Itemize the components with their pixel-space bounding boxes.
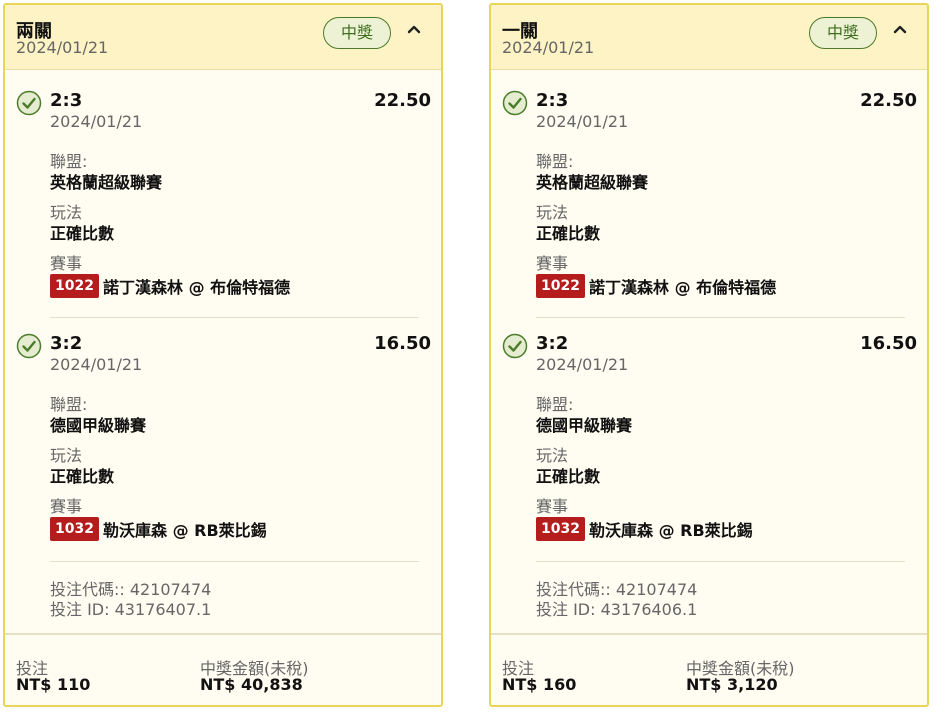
check-circle-icon [502,333,528,359]
event-name: 勒沃庫森 @ RB萊比錫 [103,521,267,540]
stake-value: NT$ 110 [16,675,91,694]
event-name: 勒沃庫森 @ RB萊比錫 [589,521,753,540]
payout-value: NT$ 3,120 [686,675,778,694]
play-type-value: 正確比數 [50,467,115,486]
selection-item: 2:3 22.50 2024/01/21 聯盟: 英格蘭超級聯賽 玩法 正確比數… [491,88,927,308]
divider [50,561,419,562]
event-row: 1022 諾丁漢森林 @ 布倫特福德 [50,274,290,298]
chevron-up-icon[interactable] [406,22,422,36]
check-circle-icon [16,333,42,359]
event-label: 賽事 [536,254,569,273]
selection-item: 3:2 16.50 2024/01/21 聯盟: 德國甲級聯賽 玩法 正確比數 … [491,331,927,551]
event-code-badge: 1032 [536,517,585,541]
bet-id: 投注 ID: 43176407.1 [50,600,212,619]
event-code-badge: 1032 [50,517,99,541]
selection-odds: 22.50 [374,90,431,111]
check-circle-icon [502,90,528,116]
league-value: 英格蘭超級聯賽 [50,173,163,192]
selection-odds: 16.50 [860,333,917,354]
league-value: 英格蘭超級聯賽 [536,173,649,192]
event-code-badge: 1022 [50,274,99,298]
stake-value: NT$ 160 [502,675,577,694]
status-badge: 中獎 [809,17,877,49]
play-type-value: 正確比數 [536,467,601,486]
event-name: 諾丁漢森林 @ 布倫特福德 [589,278,777,297]
event-label: 賽事 [50,254,83,273]
event-code-badge: 1022 [536,274,585,298]
selection-item: 3:2 16.50 2024/01/21 聯盟: 德國甲級聯賽 玩法 正確比數 … [5,331,441,551]
bet-card-header[interactable]: 一關 2024/01/21 中獎 [491,5,927,70]
league-value: 德國甲級聯賽 [536,416,633,435]
bet-card-footer: 投注 NT$ 160 中獎金額(未稅) NT$ 3,120 [491,633,927,705]
bet-card: 兩關 2024/01/21 中獎 2:3 22.50 2024/01/21 聯盟… [3,3,443,707]
selection-date: 2024/01/21 [50,112,143,131]
event-name: 諾丁漢森林 @ 布倫特福德 [103,278,291,297]
selection-odds: 16.50 [374,333,431,354]
selection-date: 2024/01/21 [50,355,143,374]
check-circle-icon [16,90,42,116]
selection-odds: 22.50 [860,90,917,111]
divider [536,317,905,318]
play-type-value: 正確比數 [536,224,601,243]
bet-card-header[interactable]: 兩關 2024/01/21 中獎 [5,5,441,70]
chevron-up-icon[interactable] [892,22,908,36]
payout-value: NT$ 40,838 [200,675,303,694]
divider [50,317,419,318]
selection-item: 2:3 22.50 2024/01/21 聯盟: 英格蘭超級聯賽 玩法 正確比數… [5,88,441,308]
selection-score: 2:3 [50,90,83,111]
bet-date: 2024/01/21 [16,38,109,57]
selection-date: 2024/01/21 [536,355,629,374]
league-value: 德國甲級聯賽 [50,416,147,435]
status-badge: 中獎 [323,17,391,49]
play-type-value: 正確比數 [50,224,115,243]
bet-id: 投注 ID: 43176406.1 [536,600,698,619]
event-row: 1022 諾丁漢森林 @ 布倫特福德 [536,274,776,298]
bet-card-footer: 投注 NT$ 110 中獎金額(未稅) NT$ 40,838 [5,633,441,705]
selection-score: 2:3 [536,90,569,111]
selection-score: 3:2 [536,333,569,354]
event-label: 賽事 [536,497,569,516]
event-label: 賽事 [50,497,83,516]
event-row: 1032 勒沃庫森 @ RB萊比錫 [50,517,267,541]
divider [536,561,905,562]
bet-card: 一關 2024/01/21 中獎 2:3 22.50 2024/01/21 聯盟… [489,3,929,707]
bet-date: 2024/01/21 [502,38,595,57]
selection-score: 3:2 [50,333,83,354]
selection-date: 2024/01/21 [536,112,629,131]
event-row: 1032 勒沃庫森 @ RB萊比錫 [536,517,753,541]
